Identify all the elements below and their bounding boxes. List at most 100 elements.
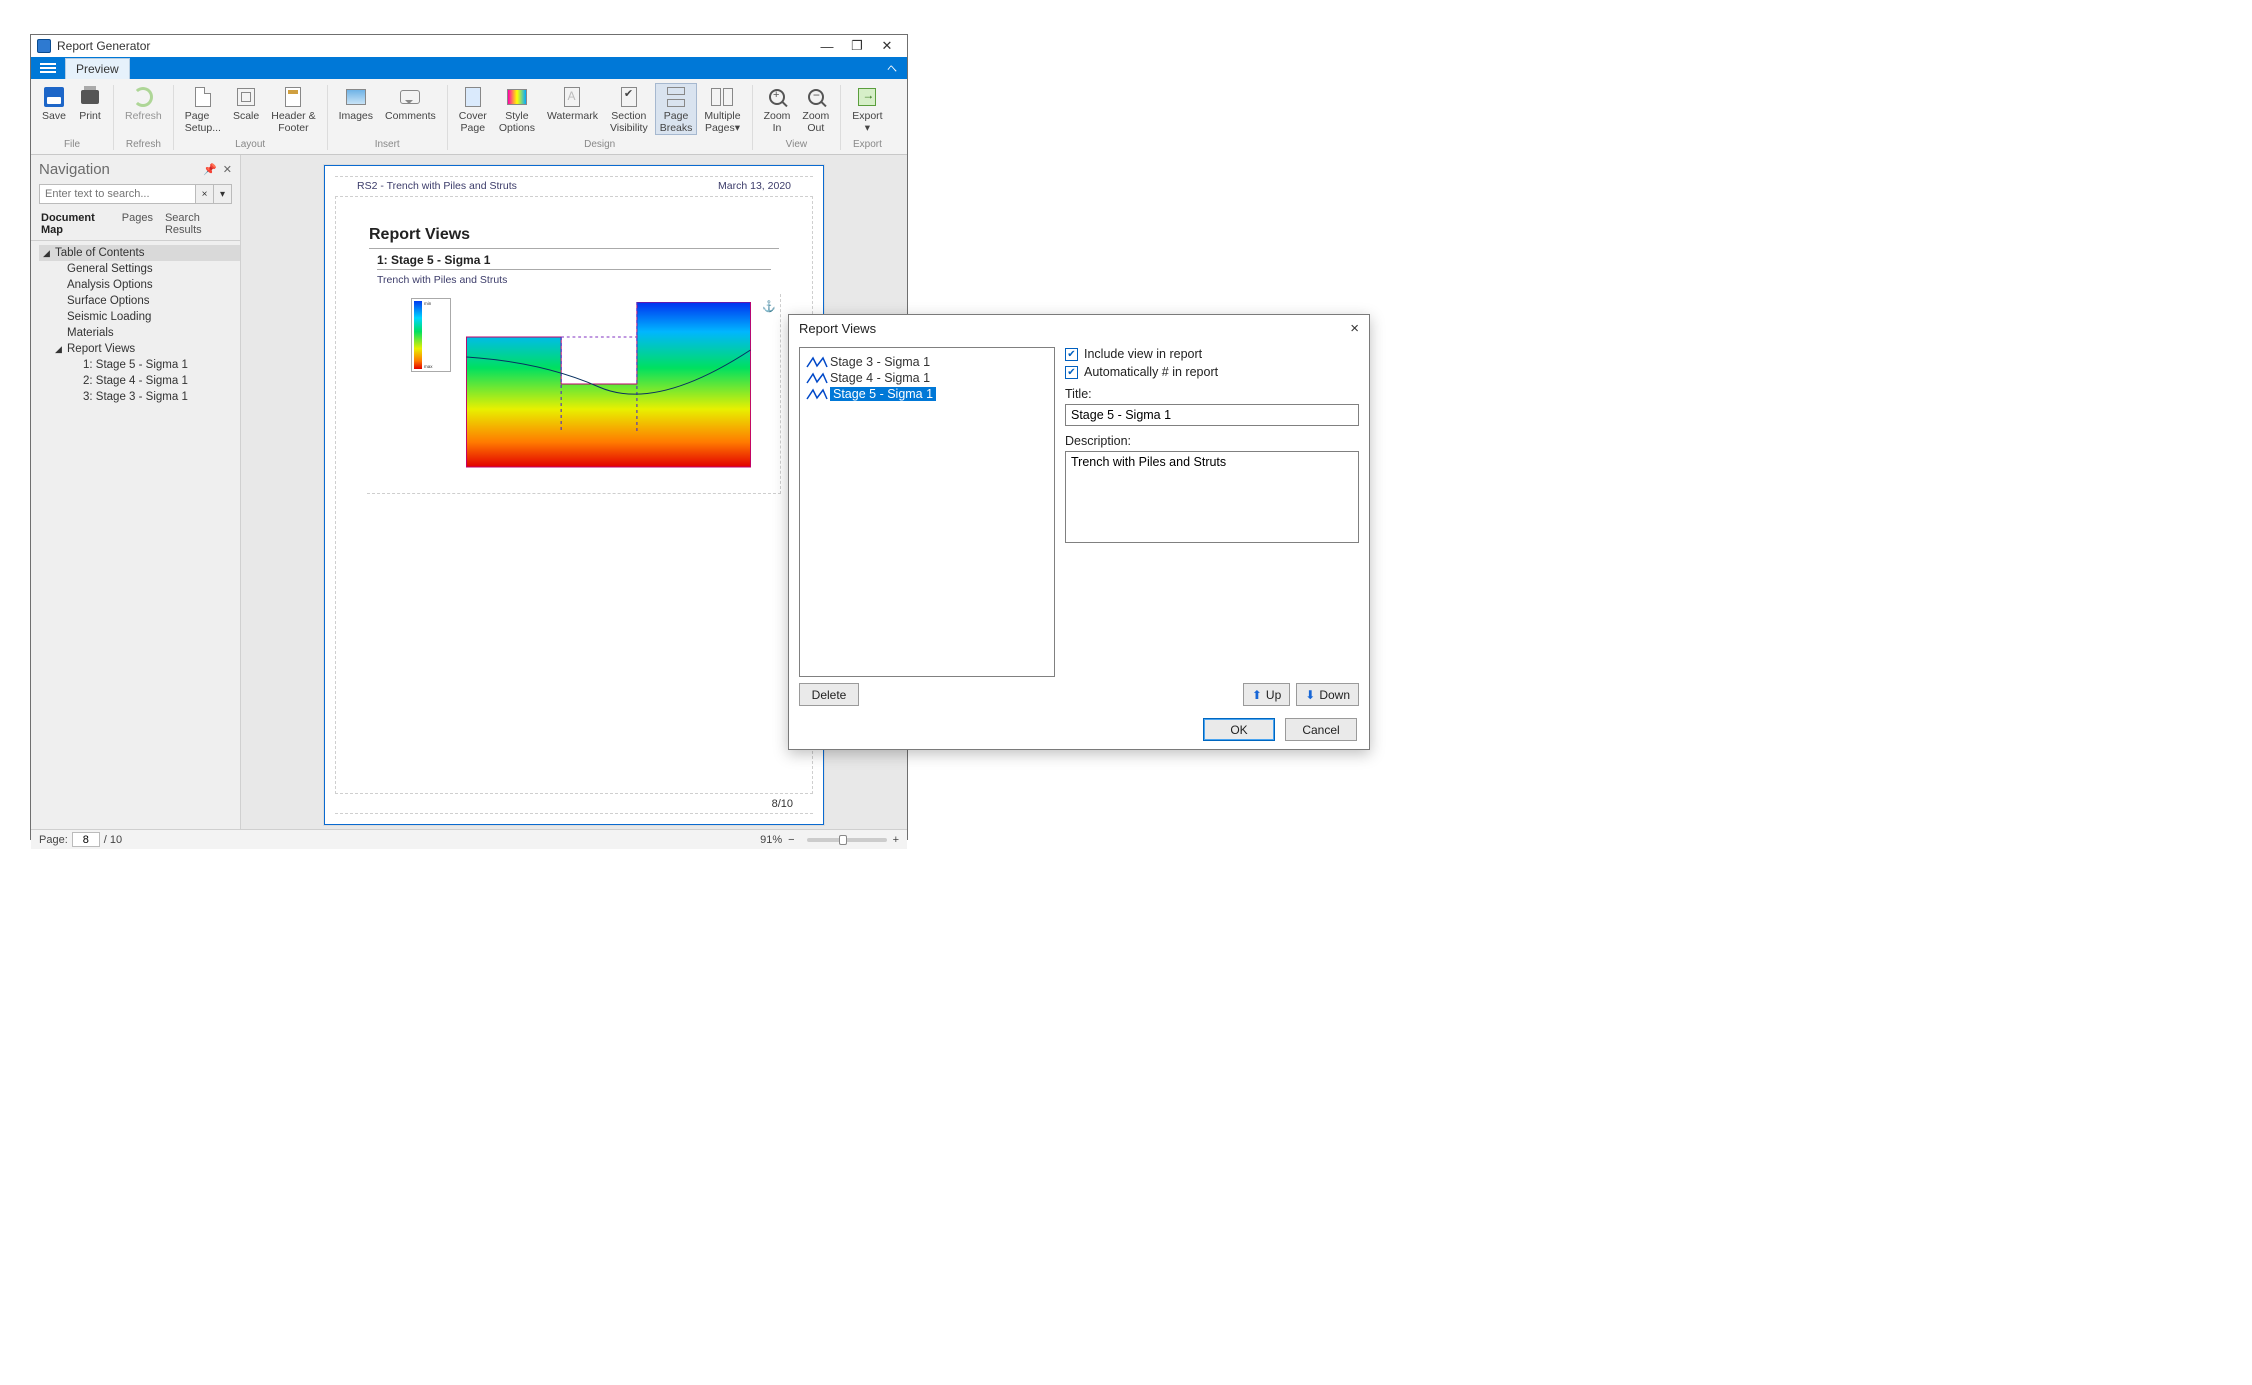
page-breaks-icon (667, 87, 685, 107)
description-textarea[interactable]: Trench with Piles and Struts (1065, 451, 1359, 543)
views-list[interactable]: Stage 3 - Sigma 1 Stage 4 - Sigma 1 Stag… (799, 347, 1055, 677)
ribbon-group-refresh: Refresh (122, 135, 165, 152)
delete-button[interactable]: Delete (799, 683, 859, 706)
page-setup-icon (195, 87, 211, 107)
tree-item[interactable]: Materials (39, 325, 240, 341)
title-input[interactable] (1065, 404, 1359, 426)
tree-item[interactable]: Surface Options (39, 293, 240, 309)
tree-item[interactable]: 1: Stage 5 - Sigma 1 (39, 357, 240, 373)
images-button[interactable]: Images (334, 83, 378, 123)
comments-icon (400, 90, 420, 104)
include-in-report-checkbox[interactable]: ✔ Include view in report (1065, 347, 1359, 361)
cancel-button[interactable]: Cancel (1285, 718, 1357, 741)
print-button[interactable]: Print (73, 83, 107, 123)
zoom-plus-button[interactable]: + (893, 834, 899, 846)
nav-tab-pages[interactable]: Pages (122, 212, 153, 236)
tree-item[interactable]: Seismic Loading (39, 309, 240, 325)
navigation-title: Navigation (39, 161, 197, 178)
ribbon-group-design: Design (580, 135, 619, 152)
page-breaks-button[interactable]: Page Breaks (655, 83, 698, 135)
close-window-button[interactable]: ✕ (879, 38, 895, 54)
move-down-button[interactable]: ⬇ Down (1296, 683, 1359, 706)
tree-item[interactable]: Analysis Options (39, 277, 240, 293)
tree-report-views[interactable]: ◢ Report Views (39, 341, 240, 357)
views-list-item[interactable]: Stage 3 - Sigma 1 (804, 354, 1050, 370)
tree-root[interactable]: ◢ Table of Contents (39, 245, 240, 261)
ribbon-group-export: Export (849, 135, 886, 152)
page-total: / 10 (104, 834, 122, 846)
minimize-button[interactable]: — (819, 38, 835, 54)
maximize-button[interactable]: ❐ (849, 38, 865, 54)
views-list-item[interactable]: Stage 4 - Sigma 1 (804, 370, 1050, 386)
watermark-icon (564, 87, 580, 107)
header-footer-icon (285, 87, 301, 107)
auto-number-checkbox[interactable]: ✔ Automatically # in report (1065, 365, 1359, 379)
page-header-left: RS2 - Trench with Piles and Struts (357, 180, 718, 192)
export-button[interactable]: Export ▾ (847, 83, 887, 135)
watermark-button[interactable]: Watermark (542, 83, 603, 135)
images-icon (346, 89, 366, 105)
file-menu-button[interactable] (31, 57, 65, 79)
app-icon (37, 39, 51, 53)
section-title: Report Views (369, 226, 779, 244)
tree-item[interactable]: 3: Stage 3 - Sigma 1 (39, 389, 240, 405)
arrow-down-icon: ⬇ (1305, 688, 1315, 702)
section-visibility-icon (621, 87, 637, 107)
tree-item[interactable]: 2: Stage 4 - Sigma 1 (39, 373, 240, 389)
collapse-ribbon-icon[interactable]: へ (887, 60, 897, 75)
page-number-input[interactable] (72, 832, 100, 847)
ribbon-group-file: File (60, 135, 84, 152)
nav-tab-search-results[interactable]: Search Results (165, 212, 230, 236)
comments-button[interactable]: Comments (380, 83, 441, 123)
search-dropdown-button[interactable]: ▾ (214, 184, 232, 204)
body-area: Navigation 📌 ✕ × ▾ Document Map Pages Se… (31, 155, 907, 829)
menubar: Preview へ (31, 57, 907, 79)
page-setup-button[interactable]: Page Setup... (180, 83, 226, 135)
tab-preview[interactable]: Preview (65, 58, 130, 79)
style-options-button[interactable]: Style Options (494, 83, 540, 135)
views-list-item-selected[interactable]: Stage 5 - Sigma 1 (804, 386, 1050, 402)
curve-icon (806, 372, 830, 384)
move-up-button[interactable]: ⬆ Up (1243, 683, 1290, 706)
refresh-button[interactable]: Refresh (120, 83, 167, 123)
ribbon-group-insert: Insert (371, 135, 404, 152)
section-description: Trench with Piles and Struts (377, 274, 771, 286)
dialog-close-button[interactable]: × (1350, 320, 1359, 337)
nav-tab-document-map[interactable]: Document Map (41, 212, 110, 236)
contour-plot (457, 302, 760, 477)
curve-icon (806, 356, 830, 368)
navigation-search-input[interactable] (39, 184, 196, 204)
pin-icon[interactable]: 📌 (203, 163, 217, 176)
app-window: Report Generator — ❐ ✕ Preview へ Save (30, 34, 908, 840)
page-preview[interactable]: RS2 - Trench with Piles and Struts March… (324, 165, 824, 825)
ribbon-group-view: View (782, 135, 812, 152)
section-visibility-button[interactable]: Section Visibility (605, 83, 653, 135)
scale-button[interactable]: Scale (228, 83, 264, 135)
scale-icon (237, 88, 255, 106)
multiple-pages-button[interactable]: Multiple Pages▾ (699, 83, 745, 135)
expand-icon[interactable]: ◢ (43, 248, 53, 259)
zoom-out-button[interactable]: Zoom Out (797, 83, 834, 135)
navigation-tabs: Document Map Pages Search Results (31, 208, 240, 241)
cover-page-button[interactable]: Cover Page (454, 83, 492, 135)
print-icon (81, 90, 99, 104)
zoom-minus-button[interactable]: − (788, 834, 794, 846)
ribbon-group-layout: Layout (231, 135, 269, 152)
ok-button[interactable]: OK (1203, 718, 1275, 741)
ribbon: Save Print File Refresh Refresh (31, 79, 907, 155)
dialog-titlebar: Report Views × (789, 315, 1369, 341)
search-clear-button[interactable]: × (196, 184, 214, 204)
tree-item[interactable]: General Settings (39, 261, 240, 277)
dialog-title-text: Report Views (799, 321, 876, 336)
navigation-tree: ◢ Table of Contents General Settings Ana… (31, 241, 240, 409)
close-nav-icon[interactable]: ✕ (223, 163, 232, 176)
checkbox-checked-icon: ✔ (1065, 366, 1078, 379)
save-button[interactable]: Save (37, 83, 71, 123)
refresh-icon (133, 87, 153, 107)
expand-icon[interactable]: ◢ (55, 344, 65, 355)
description-label: Description: (1065, 434, 1359, 448)
title-label: Title: (1065, 387, 1359, 401)
header-footer-button[interactable]: Header & Footer (266, 83, 320, 135)
zoom-slider[interactable] (807, 838, 887, 842)
zoom-in-button[interactable]: Zoom In (759, 83, 796, 135)
